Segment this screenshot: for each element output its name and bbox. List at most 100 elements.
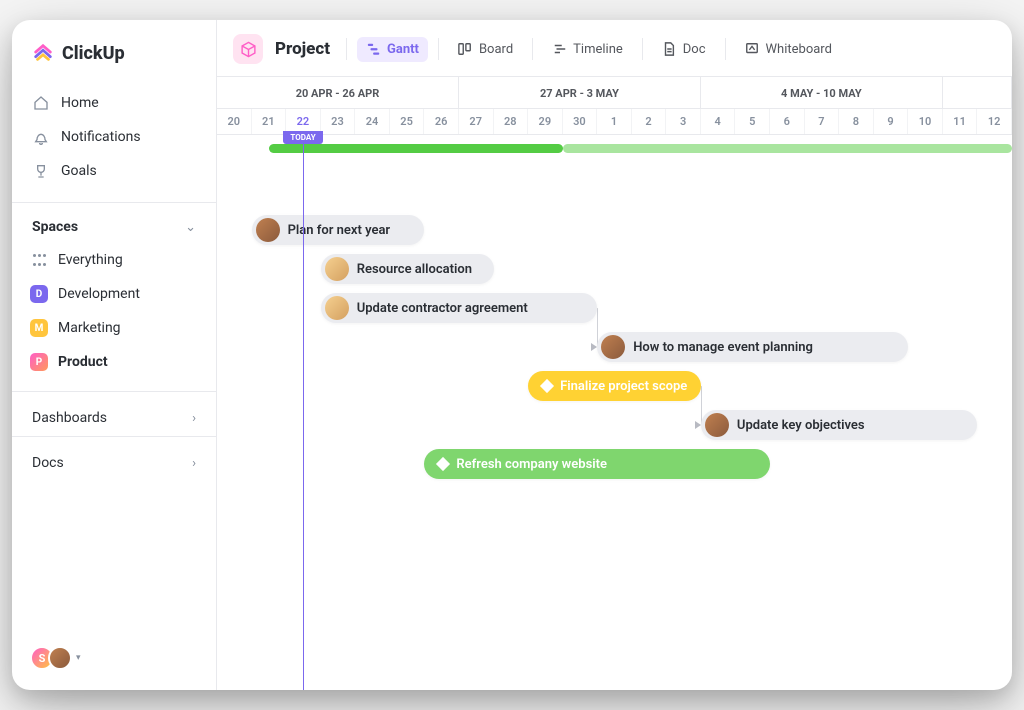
day-cell[interactable]: 21 (252, 109, 287, 134)
chevron-down-icon: ▾ (76, 653, 81, 663)
week-label: 20 APR - 26 APR (217, 77, 459, 108)
task-bar[interactable]: Resource allocation (321, 254, 494, 284)
avatar (325, 257, 349, 281)
view-label: Timeline (573, 42, 623, 57)
day-cell[interactable]: 10 (908, 109, 943, 134)
task-label: Resource allocation (357, 262, 472, 277)
task-bar[interactable]: Finalize project scope (528, 371, 701, 401)
clickup-logo-icon (32, 42, 54, 64)
app-name: ClickUp (62, 43, 125, 64)
space-label: Everything (58, 252, 123, 268)
logo: ClickUp (12, 20, 216, 82)
milestone-icon (540, 379, 554, 393)
day-cell[interactable]: 6 (770, 109, 805, 134)
day-cell[interactable]: 30 (563, 109, 598, 134)
view-whiteboard[interactable]: Whiteboard (736, 37, 841, 62)
sidebar-item-development[interactable]: D Development (12, 277, 216, 311)
task-label: Finalize project scope (560, 379, 687, 394)
view-label: Gantt (387, 42, 419, 57)
trophy-icon (32, 162, 50, 180)
space-badge: M (30, 319, 48, 337)
view-label: Whiteboard (766, 42, 832, 57)
day-cell[interactable]: 11 (943, 109, 978, 134)
sidebar-item-marketing[interactable]: M Marketing (12, 311, 216, 345)
today-pill: TODAY (283, 131, 322, 144)
nav-notifications[interactable]: Notifications (22, 120, 206, 154)
task-label: Update key objectives (737, 418, 865, 433)
day-cell[interactable]: 26 (424, 109, 459, 134)
day-cell[interactable]: 28 (494, 109, 529, 134)
space-badge: P (30, 353, 48, 371)
day-cell[interactable]: 7 (805, 109, 840, 134)
weeks-row: 20 APR - 26 APR27 APR - 3 MAY4 MAY - 10 … (217, 77, 1012, 109)
divider (532, 38, 533, 60)
view-label: Doc (683, 42, 706, 57)
days-row: 2021222324252627282930123456789101112 (217, 109, 1012, 135)
view-label: Board (479, 42, 513, 57)
nav-goals[interactable]: Goals (22, 154, 206, 188)
sidebar-item-product[interactable]: P Product (12, 345, 216, 379)
space-badge: D (30, 285, 48, 303)
whiteboard-icon (745, 42, 760, 57)
task-bar[interactable]: Update key objectives (701, 410, 978, 440)
task-bar[interactable]: Update contractor agreement (321, 293, 598, 323)
divider (438, 38, 439, 60)
day-cell[interactable]: 20 (217, 109, 252, 134)
divider (642, 38, 643, 60)
day-cell[interactable]: 27 (459, 109, 494, 134)
day-cell[interactable]: 24 (355, 109, 390, 134)
day-cell[interactable]: 2 (632, 109, 667, 134)
avatar (325, 296, 349, 320)
view-timeline[interactable]: Timeline (543, 37, 632, 62)
chevron-right-icon: › (192, 456, 196, 471)
docs-label: Docs (32, 455, 182, 471)
view-gantt[interactable]: Gantt (357, 37, 428, 62)
main-panel: Project Gantt Board Timeline Doc (217, 20, 1012, 690)
day-cell[interactable]: 8 (839, 109, 874, 134)
progress-band-active (269, 144, 563, 153)
view-board[interactable]: Board (449, 37, 522, 62)
milestone-icon (436, 457, 450, 471)
sidebar-docs[interactable]: Docs › (12, 436, 216, 481)
avatar (705, 413, 729, 437)
space-label: Product (58, 354, 108, 370)
task-bar[interactable]: Plan for next year (252, 215, 425, 245)
task-bar[interactable]: How to manage event planning (597, 332, 908, 362)
chevron-down-icon: ⌄ (185, 220, 196, 235)
timeline-icon (552, 42, 567, 57)
day-cell[interactable]: 12 (977, 109, 1012, 134)
spaces-header[interactable]: Spaces ⌄ (12, 202, 216, 243)
task-label: Update contractor agreement (357, 301, 528, 316)
gantt-stage[interactable]: 20 APR - 26 APR27 APR - 3 MAY4 MAY - 10 … (217, 77, 1012, 690)
day-cell[interactable]: 5 (735, 109, 770, 134)
avatar (601, 335, 625, 359)
user-avatars[interactable]: S ▾ (12, 646, 216, 690)
sidebar-dashboards[interactable]: Dashboards › (12, 391, 216, 436)
chevron-right-icon: › (192, 411, 196, 426)
spaces-title: Spaces (32, 219, 78, 235)
dashboards-label: Dashboards (32, 410, 182, 426)
view-doc[interactable]: Doc (653, 37, 715, 62)
divider (725, 38, 726, 60)
sidebar-item-everything[interactable]: Everything (12, 243, 216, 277)
task-label: Refresh company website (456, 457, 607, 472)
grid-dots-icon (30, 251, 48, 269)
nav-home[interactable]: Home (22, 86, 206, 120)
week-label: 27 APR - 3 MAY (459, 77, 701, 108)
app-window: ClickUp Home Notifications Goals Spaces … (12, 20, 1012, 690)
day-cell[interactable]: 4 (701, 109, 736, 134)
day-cell[interactable]: 23 (321, 109, 356, 134)
divider (346, 38, 347, 60)
day-cell[interactable]: 1 (597, 109, 632, 134)
task-label: How to manage event planning (633, 340, 813, 355)
day-cell[interactable]: 9 (874, 109, 909, 134)
day-cell[interactable]: 29 (528, 109, 563, 134)
project-icon (233, 34, 263, 64)
nav-label: Notifications (61, 129, 141, 145)
day-cell[interactable]: 3 (666, 109, 701, 134)
view-header: Project Gantt Board Timeline Doc (217, 20, 1012, 77)
space-label: Development (58, 286, 140, 302)
task-bar[interactable]: Refresh company website (424, 449, 770, 479)
avatar (48, 646, 72, 670)
day-cell[interactable]: 25 (390, 109, 425, 134)
